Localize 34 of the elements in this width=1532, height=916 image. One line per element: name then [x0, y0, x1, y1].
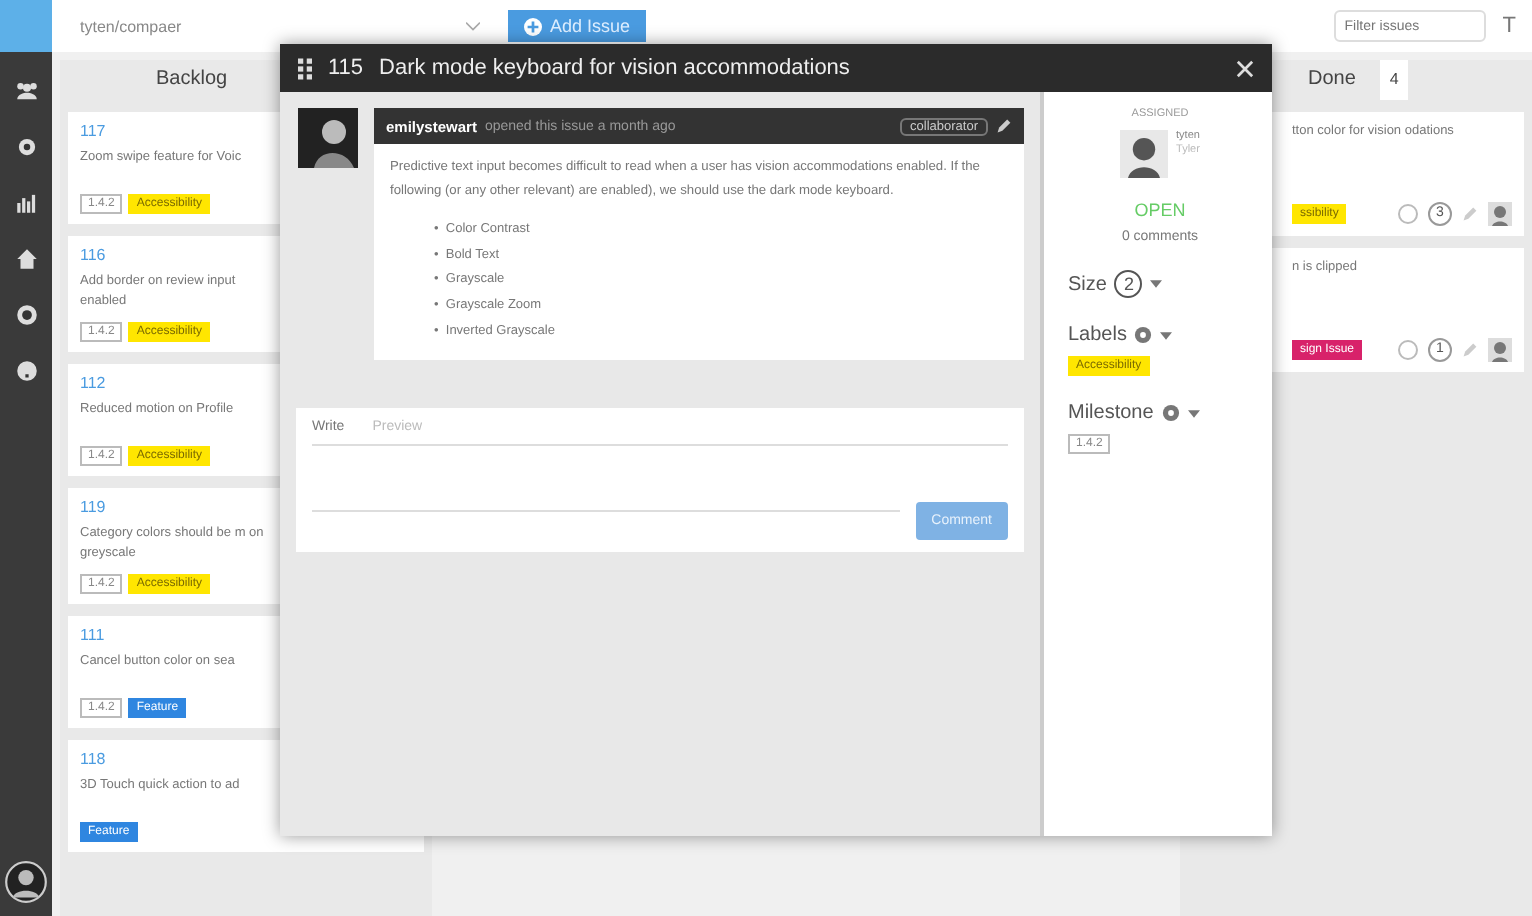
count-badge: 4: [1379, 60, 1409, 100]
status-icon: [1398, 340, 1418, 360]
section-heading: Labels: [1068, 324, 1127, 346]
caret-icon[interactable]: [1187, 409, 1200, 417]
avatar-icon: [1488, 338, 1512, 362]
issue-number: 115: [328, 56, 364, 80]
dialog-title: Dark mode keyboard for vision accommodations: [379, 56, 850, 80]
close-icon[interactable]: [1236, 59, 1254, 77]
column-title: Backlog: [156, 68, 228, 90]
caret-icon[interactable]: [1160, 331, 1173, 339]
chevron-icon: [466, 21, 480, 31]
settings-icon[interactable]: [13, 134, 39, 160]
issue-state: OPEN: [1134, 200, 1186, 220]
plus-icon: [524, 17, 542, 35]
column-title: Done: [1308, 66, 1356, 94]
pencil-icon[interactable]: [996, 118, 1012, 134]
settings-icon[interactable]: [1161, 404, 1180, 422]
avatar-icon: [1488, 202, 1512, 226]
users-icon[interactable]: [13, 78, 39, 104]
add-issue-button[interactable]: Add Issue: [508, 10, 647, 42]
home-icon[interactable]: [13, 246, 39, 272]
avatar-icon: [298, 108, 358, 168]
avatar-icon[interactable]: [4, 860, 48, 904]
repo-select[interactable]: tyten/compaer: [68, 17, 492, 35]
grip-icon[interactable]: [298, 57, 312, 79]
caret-icon[interactable]: [1150, 280, 1163, 288]
section-heading: Milestone: [1068, 402, 1154, 424]
section-heading: Size: [1068, 273, 1107, 295]
settings-icon[interactable]: [1134, 326, 1153, 344]
status-icon: [1398, 204, 1418, 224]
avatar-icon: [1120, 130, 1169, 178]
filter-button[interactable]: T: [1502, 14, 1516, 38]
chart-icon[interactable]: [13, 190, 39, 216]
size-badge[interactable]: 2: [1114, 270, 1143, 298]
